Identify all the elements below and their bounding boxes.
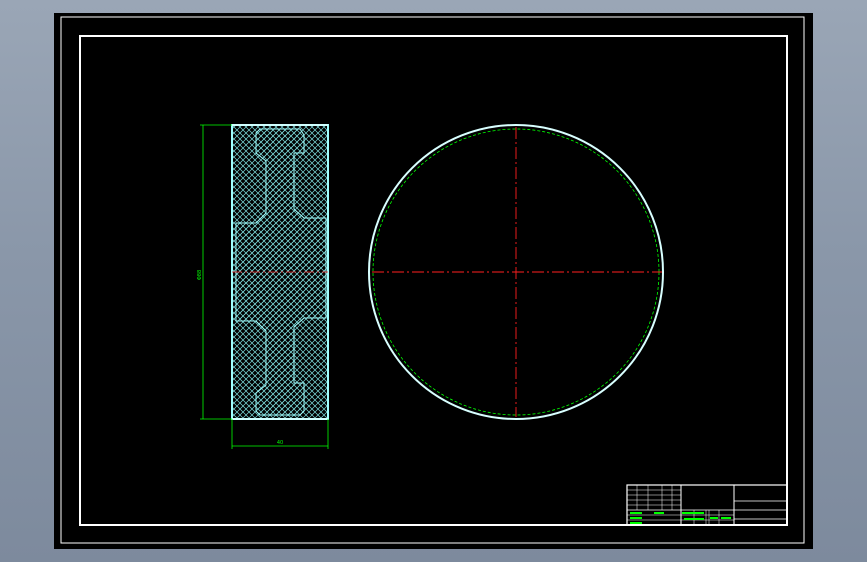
cad-viewport[interactable]: Φ88 40 <box>54 13 813 549</box>
green-label-mark <box>682 512 704 514</box>
green-label-mark <box>630 512 642 514</box>
green-label-mark <box>630 517 642 519</box>
dim-height-text: Φ88 <box>197 270 203 280</box>
width-dimension[interactable]: 40 <box>231 419 329 449</box>
height-dimension[interactable]: Φ88 <box>197 124 232 420</box>
green-label-mark <box>684 518 704 520</box>
title-block[interactable] <box>626 484 788 526</box>
green-label-mark <box>710 517 718 519</box>
front-view[interactable] <box>368 124 664 420</box>
sheet-outer-border <box>60 16 805 544</box>
drawing-frame <box>79 35 788 526</box>
dim-width-text: 40 <box>277 440 283 446</box>
green-label-mark <box>721 517 731 519</box>
green-label-mark <box>654 512 664 514</box>
cad-drawing-canvas[interactable]: Φ88 40 <box>54 13 813 549</box>
green-label-mark <box>630 522 642 524</box>
